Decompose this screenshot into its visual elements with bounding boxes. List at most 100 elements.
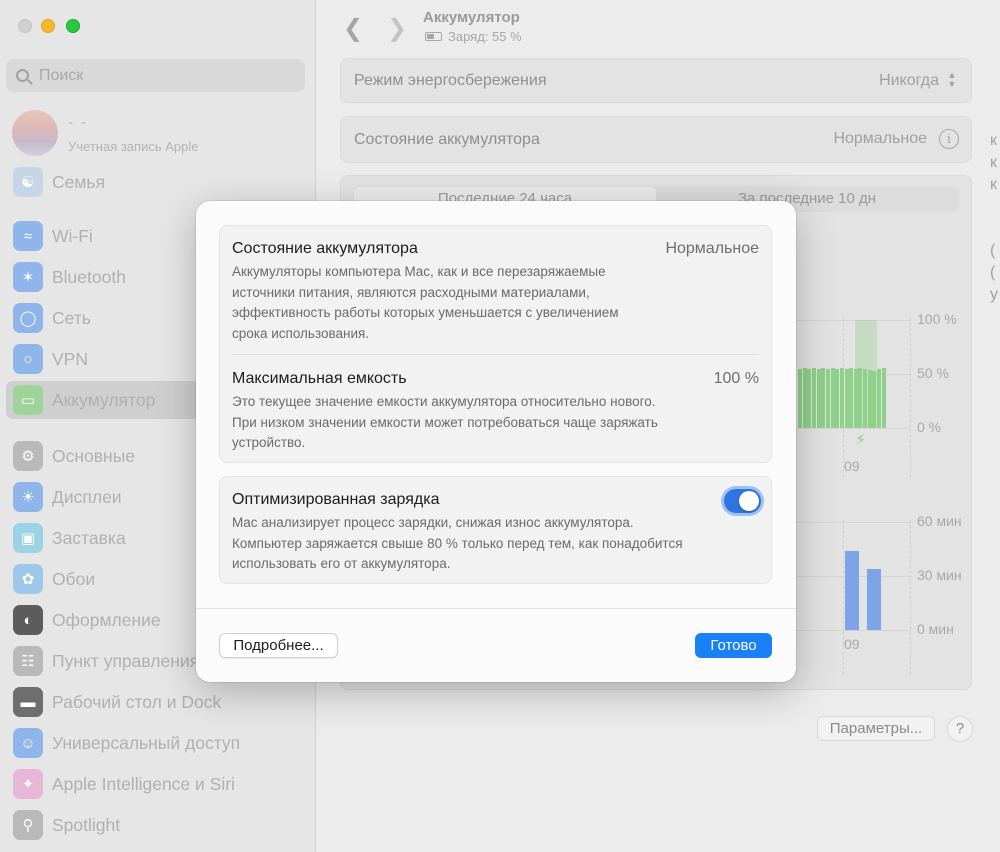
clipped-window-edge: ккк ((у xyxy=(990,130,998,306)
sidebar-item-label: Аккумулятор xyxy=(52,389,156,410)
sidebar-item[interactable]: ☺ Универсальный доступ xyxy=(6,724,310,762)
clipped-glyph: к xyxy=(990,176,997,193)
siri-icon: ✦ xyxy=(13,769,43,799)
help-button[interactable]: ? xyxy=(947,716,973,742)
charge-bar xyxy=(807,368,812,428)
gridline xyxy=(796,320,910,321)
charge-bar xyxy=(802,367,807,428)
charge-bar xyxy=(825,368,830,428)
minimize-window-button[interactable] xyxy=(41,19,55,33)
health-desc-line: Аккумуляторы компьютера Mac, как и все п… xyxy=(232,264,606,279)
info-icon[interactable]: i xyxy=(939,129,959,149)
usage-bar xyxy=(867,568,881,630)
control-center-icon: ☷ xyxy=(13,646,43,676)
clipped-glyph: ( xyxy=(990,242,996,259)
optimized-charging-card: Оптимизированная зарядка Mac анализирует… xyxy=(219,476,772,584)
sidebar-item-label: Bluetooth xyxy=(52,266,126,287)
optimized-charging-description: Mac анализирует процесс зарядки, снижая … xyxy=(232,513,683,575)
sidebar-item-label: Заставка xyxy=(52,527,126,548)
sun-icon: ☀ xyxy=(13,482,43,512)
gridline xyxy=(796,522,910,523)
account-name: - - xyxy=(68,114,89,131)
avatar xyxy=(12,110,58,156)
accessibility-icon: ☺ xyxy=(13,728,43,758)
parameters-button[interactable]: Параметры... xyxy=(817,716,935,741)
chart-axis-line xyxy=(910,318,911,478)
capacity-title: Максимальная емкость xyxy=(232,370,407,387)
search-field[interactable]: Поиск xyxy=(6,59,305,92)
clipped-glyph xyxy=(990,218,998,240)
low-power-select[interactable]: Никогда ▲ ▼ xyxy=(879,71,959,91)
battery-health-value-group: Нормальное i xyxy=(833,129,959,149)
optimized-desc-line: использовать его от аккумулятора. xyxy=(232,556,451,571)
selected-hour-highlight[interactable] xyxy=(855,320,877,428)
sidebar-item[interactable]: ☯ Семья xyxy=(6,163,310,201)
back-arrow-icon[interactable]: ❮ xyxy=(343,14,363,43)
usage-bar xyxy=(845,550,859,630)
learn-more-button[interactable]: Подробнее... xyxy=(219,633,338,658)
clipped-glyph xyxy=(990,196,998,218)
sidebar-item-label: Оформление xyxy=(52,609,161,630)
sidebar-item-label: Обои xyxy=(52,568,96,589)
dialog-footer-divider xyxy=(196,608,796,609)
capacity-desc-line: устройство. xyxy=(232,435,306,450)
health-desc-line: эффективность работы которых уменьшается… xyxy=(232,305,619,320)
gridline xyxy=(796,630,910,631)
low-power-label: Режим энергосбережения xyxy=(354,72,547,89)
apple-account[interactable]: - - Учетная запись Apple xyxy=(12,110,312,160)
account-subtitle: Учетная запись Apple xyxy=(68,139,199,154)
charge-bar xyxy=(835,368,840,428)
charge-bar xyxy=(821,367,826,428)
spotlight-icon: ⚲ xyxy=(13,810,43,840)
charge-bar xyxy=(849,367,854,428)
charge-bar xyxy=(839,367,844,428)
charge-y-tick: 100 % xyxy=(917,311,957,327)
battery-charge-text: Заряд: 55 % xyxy=(448,29,522,44)
family-icon: ☯ xyxy=(13,167,43,197)
optimized-charging-title: Оптимизированная зарядка xyxy=(232,491,440,508)
flower-icon: ✿ xyxy=(13,564,43,594)
sidebar-item[interactable]: ✦ Apple Intelligence и Siri xyxy=(6,765,310,803)
optimized-desc-line: Mac анализирует процесс зарядки, снижая … xyxy=(232,515,634,530)
health-value: Нормальное xyxy=(665,240,759,257)
battery-icon: ▭ xyxy=(13,385,43,415)
updown-chevron-icon: ▲ ▼ xyxy=(947,70,957,89)
wifi-icon: ≈ xyxy=(13,221,43,251)
close-window-button[interactable] xyxy=(18,19,32,33)
battery-info-card: Состояние аккумулятора Нормальное Аккуму… xyxy=(219,225,772,463)
capacity-description: Это текущее значение емкости аккумулятор… xyxy=(232,392,658,454)
gear-icon: ⚙ xyxy=(13,441,43,471)
low-power-row: Режим энергосбережения Никогда ▲ ▼ xyxy=(340,58,972,103)
usage-x-tick: 09 xyxy=(844,636,860,652)
battery-health-label: Состояние аккумулятора xyxy=(354,131,540,148)
done-button[interactable]: Готово xyxy=(695,633,772,658)
charge-x-tick: 09 xyxy=(844,458,860,474)
health-description: Аккумуляторы компьютера Mac, как и все п… xyxy=(232,262,619,344)
sidebar-item[interactable]: ▬ Рабочий стол и Dock xyxy=(6,683,310,721)
sidebar-item-label: VPN xyxy=(52,348,88,369)
appearance-icon: ◐ xyxy=(13,605,43,635)
charge-bar xyxy=(830,367,835,428)
usage-y-tick: 0 мин xyxy=(917,621,954,637)
capacity-desc-line: Это текущее значение емкости аккумулятор… xyxy=(232,394,656,409)
clipped-glyph: к xyxy=(990,154,997,171)
charging-bolt-icon: ⚡ xyxy=(855,432,867,449)
vpn-icon: ○ xyxy=(13,344,43,374)
sidebar-item-label: Apple Intelligence и Siri xyxy=(52,773,235,794)
low-power-value: Никогда xyxy=(879,72,939,89)
zoom-window-button[interactable] xyxy=(66,19,80,33)
forward-arrow-icon[interactable]: ❯ xyxy=(387,14,407,43)
sidebar-item-label: Сеть xyxy=(52,307,91,328)
chart-axis-line xyxy=(910,520,911,675)
screensaver-icon: ▣ xyxy=(13,523,43,553)
usage-y-tick: 30 мин xyxy=(917,567,962,583)
battery-health-row: Состояние аккумулятора Нормальное i xyxy=(340,116,972,163)
charge-y-tick: 0 % xyxy=(917,419,942,435)
charge-y-tick: 50 % xyxy=(917,365,949,381)
search-icon xyxy=(16,69,29,82)
battery-health-dialog: Состояние аккумулятора Нормальное Аккуму… xyxy=(196,201,796,682)
usage-y-tick: 60 мин xyxy=(917,513,962,529)
optimized-charging-toggle[interactable] xyxy=(724,489,761,513)
sidebar-item[interactable]: ⚲ Spotlight xyxy=(6,806,310,844)
charge-bar xyxy=(798,368,802,428)
